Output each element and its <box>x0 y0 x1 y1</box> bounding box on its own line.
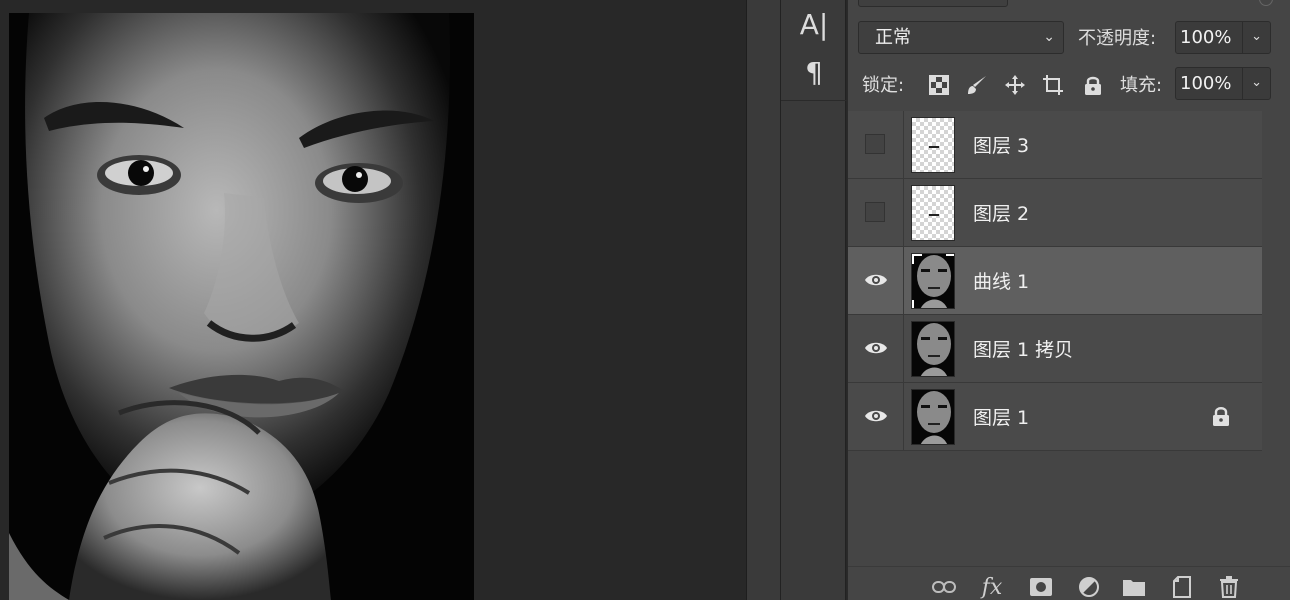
chevron-down-icon[interactable]: ⌄ <box>1251 75 1262 90</box>
layer-filter-dropdown[interactable] <box>858 0 1008 7</box>
visibility-toggle[interactable] <box>848 315 904 382</box>
document-image[interactable] <box>9 13 474 600</box>
layer-name[interactable]: 曲线 1 <box>973 267 1029 294</box>
layer-row[interactable]: 图层 1 拷贝 <box>848 315 1262 383</box>
lock-transparent-pixels-icon[interactable] <box>928 74 950 96</box>
layer-thumbnail[interactable] <box>911 321 955 377</box>
blend-opacity-row: 正常 ⌄ 不透明度: 100% ⌄ <box>848 20 1290 56</box>
adjustment-icon[interactable] <box>1077 575 1101 599</box>
eye-icon[interactable] <box>864 272 888 288</box>
paragraph-panel-button[interactable]: ¶ <box>781 50 847 94</box>
tool-divider <box>781 100 847 101</box>
layer-lock-icon <box>1212 405 1230 431</box>
opacity-label: 不透明度: <box>1078 28 1157 49</box>
lock-label: 锁定: <box>862 75 905 96</box>
new-layer-icon[interactable] <box>1170 575 1194 599</box>
layer-thumbnail[interactable] <box>911 185 955 241</box>
opacity-field[interactable]: 100% ⌄ <box>1175 21 1271 54</box>
layer-name[interactable]: 图层 1 <box>973 403 1029 430</box>
layer-row[interactable]: 图层 2 <box>848 179 1262 247</box>
hidden-visibility-box[interactable] <box>865 202 885 222</box>
layer-row[interactable]: 图层 3 <box>848 111 1262 179</box>
blend-mode-value: 正常 <box>875 27 911 48</box>
lock-all-icon[interactable] <box>1082 74 1104 96</box>
portrait-photo <box>9 13 474 600</box>
panel-icon-strip: A| ¶ <box>780 0 847 600</box>
filter-toggle[interactable] <box>1259 0 1273 6</box>
layer-list-scrollbar[interactable] <box>1262 111 1290 451</box>
blend-mode-dropdown[interactable]: 正常 ⌄ <box>858 21 1064 54</box>
opacity-value: 100% <box>1180 27 1232 48</box>
lock-fill-row: 锁定: 填充: 100% ⌄ <box>848 66 1290 102</box>
visibility-toggle[interactable] <box>848 179 904 246</box>
field-separator <box>1242 68 1243 99</box>
folder-icon[interactable] <box>1122 575 1146 599</box>
lock-position-icon[interactable] <box>1004 74 1026 96</box>
layer-thumbnail[interactable] <box>911 389 955 445</box>
lock-image-pixels-icon[interactable] <box>966 74 988 96</box>
link-icon[interactable] <box>932 575 956 599</box>
fill-value: 100% <box>1180 73 1232 94</box>
layer-thumbnail[interactable] <box>911 117 955 173</box>
visibility-toggle[interactable] <box>848 247 904 314</box>
canvas-area[interactable] <box>0 0 746 600</box>
visibility-toggle[interactable] <box>848 383 904 450</box>
layer-row[interactable]: 曲线 1 <box>848 247 1262 315</box>
layer-name[interactable]: 图层 1 拷贝 <box>973 335 1073 362</box>
layer-name[interactable]: 图层 3 <box>973 131 1029 158</box>
layers-bottom-bar: fx <box>848 566 1290 600</box>
visibility-toggle[interactable] <box>848 111 904 178</box>
trash-icon[interactable] <box>1217 575 1241 599</box>
fill-label: 填充: <box>1120 75 1163 96</box>
layer-list: 图层 3 图层 2 曲线 1 图层 1 拷贝 图层 1 <box>848 111 1262 451</box>
mask-icon[interactable] <box>1029 575 1053 599</box>
layer-name[interactable]: 图层 2 <box>973 199 1029 226</box>
panel-collapsed-dock <box>746 0 780 600</box>
character-panel-button[interactable]: A| <box>781 2 847 46</box>
layer-row[interactable]: 图层 1 <box>848 383 1262 451</box>
type-tool-icon: A| <box>799 7 829 41</box>
panel-filter-strip <box>848 0 1290 12</box>
layers-panel: 正常 ⌄ 不透明度: 100% ⌄ 锁定: 填充: 100% ⌄ 图层 3 图层… <box>847 0 1290 600</box>
layer-thumbnail[interactable] <box>911 253 955 309</box>
chevron-down-icon: ⌄ <box>1043 29 1055 45</box>
eye-icon[interactable] <box>864 340 888 356</box>
chevron-down-icon[interactable]: ⌄ <box>1251 29 1262 44</box>
field-separator <box>1242 22 1243 53</box>
fx-icon[interactable]: fx <box>980 575 1004 600</box>
lock-artboard-icon[interactable] <box>1042 74 1064 96</box>
thumbnail-content <box>929 214 939 216</box>
thumbnail-content <box>929 146 939 148</box>
fill-field[interactable]: 100% ⌄ <box>1175 67 1271 100</box>
eye-icon[interactable] <box>864 408 888 424</box>
hidden-visibility-box[interactable] <box>865 134 885 154</box>
paragraph-icon: ¶ <box>805 55 823 89</box>
